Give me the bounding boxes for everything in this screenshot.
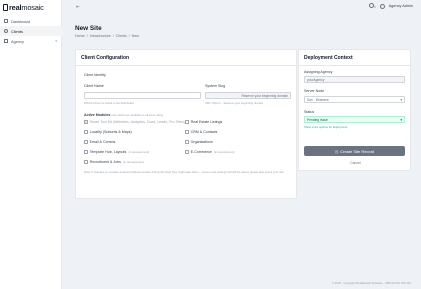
divider [299, 65, 410, 66]
server-node-value: Sdn - Brisbane [307, 97, 329, 102]
checkbox[interactable] [185, 130, 189, 134]
brand-logo[interactable]: realmosaic [3, 3, 44, 12]
server-node-label: Server Node [304, 89, 325, 93]
module-sublabel: (in development) [128, 150, 150, 154]
module-checkbox-real-estate[interactable]: Real Estate Listings [185, 120, 222, 124]
module-checkbox-template-hub[interactable]: Template Hub, Layouts (in development) [84, 150, 149, 154]
footer-copyright: © 2026 · Copyright RealMosaic Software ·… [331, 281, 411, 285]
module-label: CRM & Contacts [190, 130, 218, 134]
status-options-link[interactable]: Show more options for deployment [304, 125, 347, 129]
building-icon [4, 39, 8, 43]
chevron-down-icon: ▾ [400, 97, 402, 102]
system-slug-placeholder: Reserve your beginning domain [241, 93, 288, 98]
module-label: Organisations [190, 140, 213, 144]
breadcrumb-clients[interactable]: Clients [116, 34, 127, 38]
client-name-label: Client Name [84, 84, 104, 88]
breadcrumb-separator: / [128, 34, 130, 38]
brand-name-light: mosaic [21, 3, 44, 12]
checkbox[interactable] [185, 140, 189, 144]
checkbox[interactable] [84, 130, 88, 134]
sidebar-item-clients[interactable]: Clients [0, 26, 62, 36]
checkbox[interactable] [185, 150, 189, 154]
chevron-down-icon: ▾ [400, 117, 402, 122]
system-slug-label: System Slug [205, 84, 226, 88]
breadcrumb-infrastructure[interactable]: Infrastructure [90, 34, 111, 38]
breadcrumb-separator: / [112, 34, 114, 38]
sidebar-item-label: Agency [11, 38, 24, 44]
user-avatar[interactable] [379, 3, 385, 9]
checkbox[interactable] [185, 120, 189, 124]
checkbox[interactable] [84, 140, 88, 144]
users-icon [4, 29, 8, 33]
module-label: Real Estate Listings [190, 120, 223, 124]
chevron-down-icon: ▾ [55, 39, 57, 43]
module-label: Locality (Suburbs & Maps) [89, 130, 132, 134]
module-sublabel: (in development) [213, 150, 235, 154]
logo-icon [3, 4, 8, 11]
breadcrumb: Home / Infrastructure / Clients / New [75, 34, 139, 38]
server-node-select[interactable]: Sdn - Brisbane ▾ [304, 96, 405, 103]
user-name[interactable]: Agency Admin [389, 4, 413, 8]
module-label: E-Commerce [190, 150, 212, 154]
assigning-agency-input[interactable]: yourAgency [304, 76, 405, 83]
active-modules-title: Active Modules [84, 113, 111, 117]
module-label: Recruitment & Jobs [89, 160, 121, 164]
divider [76, 65, 296, 66]
sidebar-item-label: Dashboard [11, 18, 31, 24]
module-checkbox-organisations[interactable]: Organisations [185, 140, 213, 144]
cancel-button[interactable]: Cancel [299, 161, 412, 165]
client-name-input[interactable] [84, 92, 201, 99]
checkbox[interactable] [84, 150, 88, 154]
module-checkbox-smart-toolkit[interactable]: Smart Tool Kit (Websites, Analytics, Doc… [84, 120, 185, 124]
breadcrumb-separator: / [86, 34, 88, 38]
module-checkbox-email[interactable]: Email & Comms [84, 140, 115, 144]
sidebar-item-dashboard[interactable]: Dashboard [0, 16, 62, 26]
sidebar-item-agency[interactable]: Agency ▾ [0, 36, 62, 46]
card-title: Client Configuration [81, 55, 130, 61]
create-site-record-label: Create Site Record [340, 148, 375, 154]
active-modules-label: Active Modules (see which are available … [84, 113, 163, 117]
system-slug-help: URL: https://... Reserve your beginning … [205, 101, 264, 105]
card-title: Deployment Context [304, 55, 353, 61]
status-select[interactable]: Pending Issue ▾ [304, 116, 405, 123]
deployment-context-card: Deployment Context Assigning Agency your… [298, 49, 411, 171]
client-name-help: Will be shown to Client in the dashboard [84, 101, 134, 105]
status-label: Status [304, 110, 315, 114]
create-site-record-button[interactable]: ◷ Create Site Record [304, 146, 405, 156]
module-checkbox-ecommerce[interactable]: E-Commerce (in development) [185, 150, 235, 154]
brand-name-bold: real [9, 3, 22, 12]
sidebar-item-label: Clients [11, 28, 23, 34]
status-value: Pending Issue [307, 117, 328, 122]
page-title: New Site [75, 25, 102, 32]
module-checkbox-locality[interactable]: Locality (Suburbs & Maps) [84, 130, 132, 134]
assigning-agency-label: Assigning Agency [304, 70, 333, 74]
active-modules-subtitle: (see which are available to all these si… [111, 113, 164, 117]
notifications-icon[interactable]: ▾ [369, 3, 376, 9]
module-sublabel: (in development) [122, 160, 144, 164]
module-label: Template Hub, Layouts [89, 150, 127, 154]
topbar: ⇤ ▾ Agency Admin [62, 0, 421, 14]
topbar-actions: ▾ Agency Admin [369, 3, 413, 9]
module-checkbox-crm[interactable]: CRM & Contacts [185, 130, 217, 134]
save-icon: ◷ [334, 148, 339, 154]
breadcrumb-home[interactable]: Home [75, 34, 85, 38]
client-configuration-card: Client Configuration Client Identity Cli… [75, 49, 297, 199]
sidebar-nav: Dashboard Clients Agency ▾ [0, 16, 62, 46]
dashboard-icon [4, 19, 8, 23]
modules-footnote: Note: If changes to modules detected (wi… [84, 170, 285, 174]
module-label: Email & Comms [89, 140, 116, 144]
system-slug-input[interactable]: Reserve your beginning domain [205, 92, 291, 99]
checkbox[interactable] [84, 120, 88, 124]
checkbox[interactable] [84, 160, 88, 164]
module-label: Smart Tool Kit (Websites, Analytics, Doc… [89, 120, 185, 124]
module-checkbox-recruitment[interactable]: Recruitment & Jobs (in development) [84, 160, 144, 164]
client-identity-heading: Client Identity [84, 73, 106, 77]
sidebar: realmosaic Dashboard Clients Agency ▾ [0, 0, 62, 289]
breadcrumb-current: New [131, 34, 139, 38]
collapse-sidebar-icon[interactable]: ⇤ [76, 4, 80, 10]
